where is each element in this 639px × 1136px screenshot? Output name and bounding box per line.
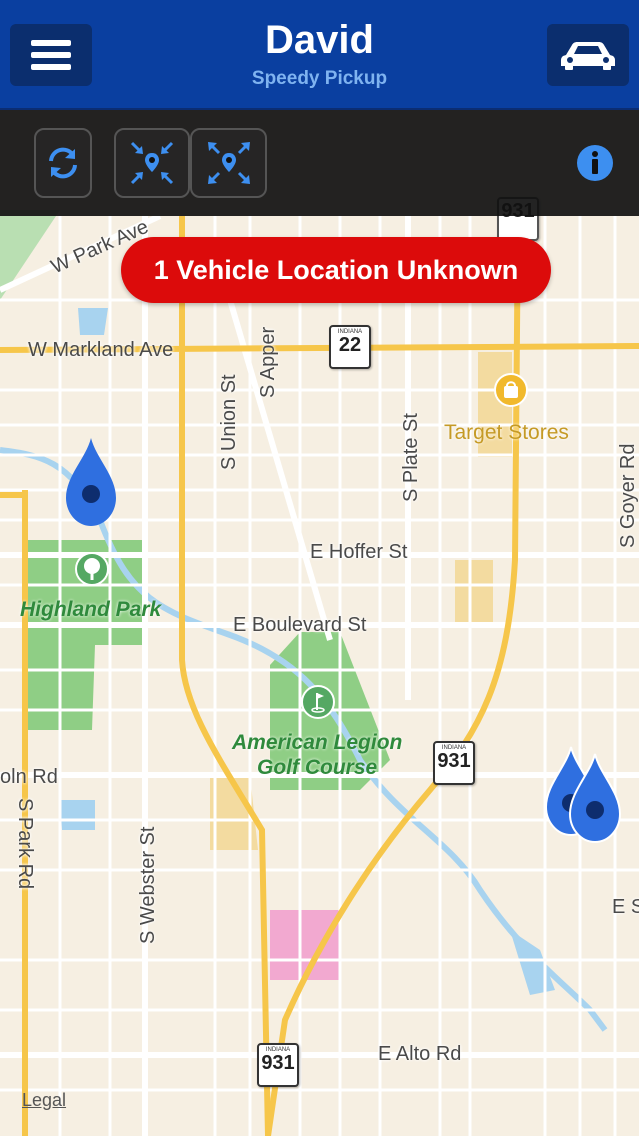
street-label: S Webster St	[137, 826, 159, 944]
map-toolbar	[0, 110, 639, 216]
street-label: oln Rd	[0, 766, 58, 788]
zoom-out-all-button[interactable]	[190, 128, 267, 198]
expand-from-location-icon	[207, 142, 250, 184]
highway-shield: INDIANA 22	[329, 325, 371, 369]
street-label: E S	[612, 896, 639, 918]
street-label: S Union St	[218, 374, 240, 470]
street-label: S Apper	[257, 326, 279, 398]
pond	[60, 800, 95, 830]
vehicle-button[interactable]	[547, 24, 629, 86]
commercial-area	[455, 560, 493, 625]
street-label: E Alto Rd	[378, 1043, 462, 1065]
refresh-button[interactable]	[34, 128, 92, 198]
street-label: S Park Rd	[14, 798, 36, 890]
zoom-to-vehicle-button[interactable]	[114, 128, 190, 198]
street-label: S Goyer Rd	[617, 443, 639, 548]
page-title: David	[265, 18, 374, 62]
street-label: S Plate St	[400, 413, 422, 502]
park-tree-icon	[75, 552, 109, 586]
collapse-to-location-icon	[130, 141, 174, 185]
shopping-bag-icon	[494, 373, 528, 407]
info-button[interactable]	[576, 144, 614, 182]
golf-course-label-1: American Legion	[232, 731, 403, 754]
refresh-icon	[49, 147, 77, 179]
street-label: E Hoffer St	[310, 541, 408, 563]
pond	[78, 308, 108, 335]
street-label: W Markland Ave	[28, 339, 174, 361]
highland-park-label: Highland Park	[20, 598, 162, 621]
car-icon	[561, 42, 615, 70]
street-label: E Boulevard St	[233, 614, 367, 636]
target-stores-label: Target Stores	[444, 421, 569, 444]
golf-flag-icon	[301, 685, 335, 719]
highway-shield: INDIANA 931	[257, 1043, 299, 1087]
highway-shield: INDIANA 931	[433, 741, 475, 785]
app-header: David Speedy Pickup	[0, 0, 639, 110]
golf-course-label-2: Golf Course	[257, 756, 378, 779]
vehicle-location-pin[interactable]	[566, 752, 624, 846]
vehicle-location-unknown-alert[interactable]: 1 Vehicle Location Unknown	[121, 237, 551, 303]
legal-link[interactable]: Legal	[22, 1090, 66, 1111]
info-icon	[577, 145, 613, 181]
vehicle-location-pin[interactable]	[62, 436, 120, 530]
commercial-area	[270, 910, 340, 980]
page-subtitle: Speedy Pickup	[251, 68, 388, 89]
